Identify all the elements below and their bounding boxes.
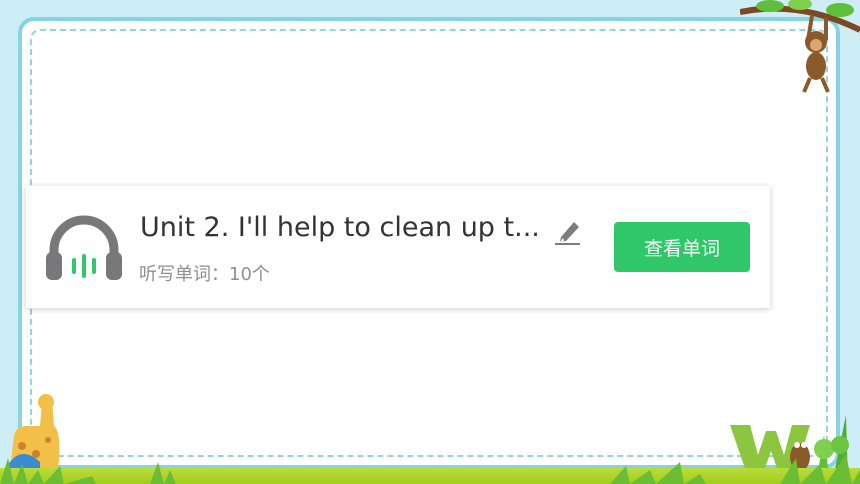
monkey-on-branch-decoration bbox=[740, 0, 860, 93]
headphone-icon bbox=[46, 215, 122, 280]
record-title: Unit 2. I'll help to clean up t... bbox=[140, 212, 540, 243]
dictation-record-card: Unit 2. I'll help to clean up t... 听写单词：… bbox=[26, 186, 770, 308]
view-words-button[interactable]: 查看单词 bbox=[614, 222, 750, 272]
word-count-label: 听写单词：10个 bbox=[139, 264, 270, 285]
pencil-icon[interactable] bbox=[555, 217, 583, 245]
grass-blades-decoration bbox=[0, 454, 860, 484]
